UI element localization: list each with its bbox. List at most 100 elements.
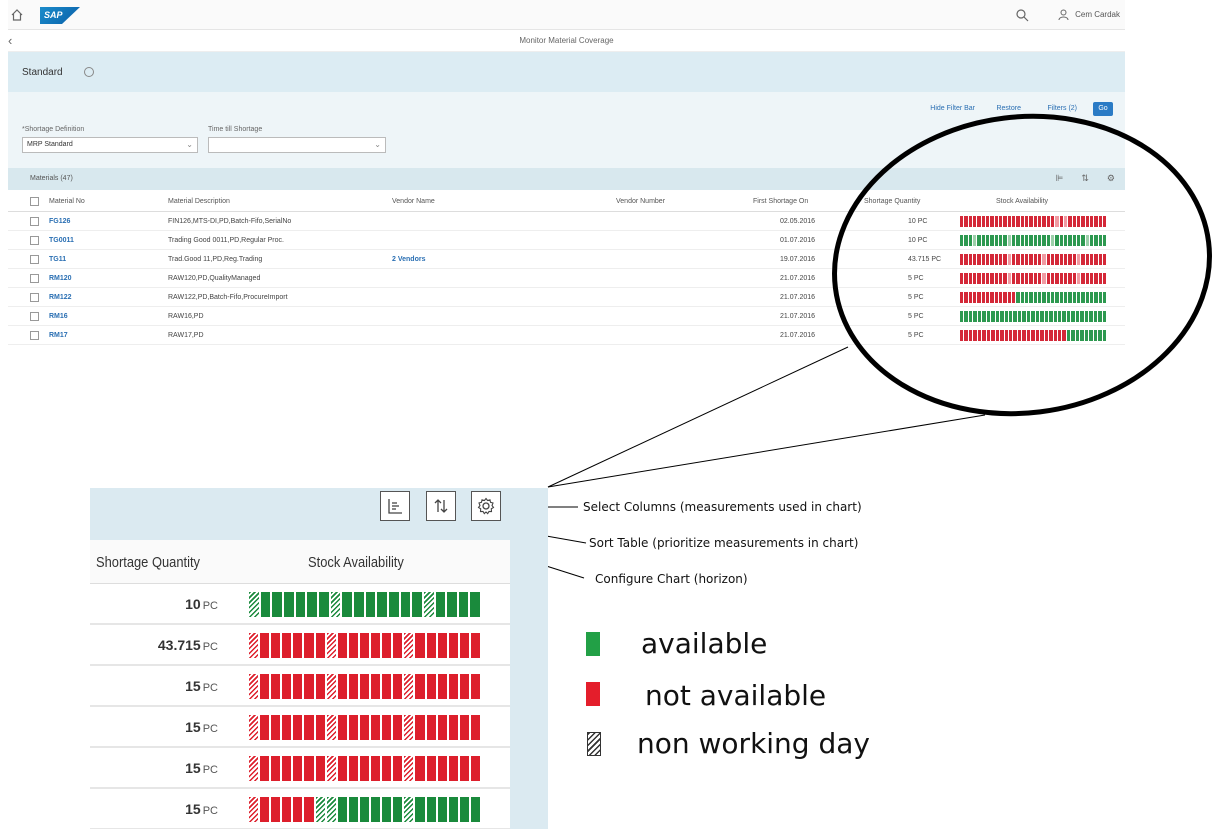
table-row[interactable]: RM17 RAW17,PD 21.07.2016 5 PC xyxy=(8,326,1125,345)
availability-day xyxy=(977,330,982,341)
search-icon[interactable] xyxy=(1015,8,1029,22)
row-checkbox[interactable] xyxy=(30,331,39,340)
cell-material-no[interactable]: RM120 xyxy=(49,275,72,282)
availability-day xyxy=(1089,330,1093,341)
availability-day xyxy=(271,797,281,822)
table-row[interactable]: RM120 RAW120,PD,QualityManaged 21.07.2016 5… xyxy=(8,269,1125,288)
availability-day xyxy=(973,311,977,322)
row-checkbox[interactable] xyxy=(30,274,39,283)
row-checkbox[interactable] xyxy=(30,236,39,245)
availability-day xyxy=(382,756,392,781)
cell-material-no[interactable]: RM122 xyxy=(49,294,72,301)
availability-day xyxy=(1076,292,1081,303)
availability-day xyxy=(968,330,973,341)
col-stock-availability[interactable]: Stock Availability xyxy=(308,554,404,571)
cell-material-no[interactable]: TG0011 xyxy=(49,237,74,244)
user-menu[interactable]: Cem Cardak xyxy=(1058,9,1120,20)
cell-shortage-quantity: 5 PC xyxy=(908,275,924,282)
availability-day xyxy=(342,592,352,617)
availability-day xyxy=(968,273,972,284)
zoom-row[interactable]: 10 PC xyxy=(90,584,510,625)
zoom-row[interactable]: 15 PC xyxy=(90,666,510,707)
col-material-no[interactable]: Material No xyxy=(49,198,85,205)
availability-day xyxy=(393,674,403,699)
col-shortage-quantity[interactable]: Shortage Quantity xyxy=(96,554,200,571)
row-checkbox[interactable] xyxy=(30,312,39,321)
availability-day xyxy=(1004,330,1008,341)
availability-day xyxy=(1085,292,1089,303)
availability-day xyxy=(426,715,436,740)
availability-day xyxy=(1075,330,1080,341)
availability-day xyxy=(1102,292,1107,303)
availability-day xyxy=(326,715,336,740)
availability-day xyxy=(1098,235,1102,246)
annotation-select-columns: Select Columns (measurements used in cha… xyxy=(583,500,862,514)
table-row[interactable]: TG11 Trad.Good 11,PD,Reg.Trading 2 Vendors… xyxy=(8,250,1125,269)
sort-icon[interactable]: ⇅ xyxy=(1081,173,1089,184)
availability-day xyxy=(994,216,998,227)
table-row[interactable]: RM122 RAW122,PD,Batch-Fifo,ProcureImport 2… xyxy=(8,288,1125,307)
availability-day xyxy=(972,216,977,227)
zoom-row[interactable]: 15 PC xyxy=(90,789,510,829)
availability-day xyxy=(1085,254,1089,265)
shortage-quantity-value: 15 PC xyxy=(185,760,218,776)
availability-day xyxy=(1042,235,1046,246)
table-row[interactable]: FG126 FIN126,MTS-DI,PD,Batch-Fifo,SerialN… xyxy=(8,212,1125,231)
availability-day xyxy=(415,756,425,781)
availability-day xyxy=(1042,292,1046,303)
availability-day xyxy=(982,311,986,322)
availability-day xyxy=(426,633,436,658)
col-vendor-number[interactable]: Vendor Number xyxy=(616,198,665,205)
row-checkbox[interactable] xyxy=(30,255,39,264)
shortage-definition-select[interactable]: MRP Standard ⌄ xyxy=(22,137,198,153)
row-checkbox[interactable] xyxy=(30,217,39,226)
table-row[interactable]: RM16 RAW16,PD 21.07.2016 5 PC xyxy=(8,307,1125,326)
zoom-row[interactable]: 15 PC xyxy=(90,707,510,748)
sort-table-button[interactable] xyxy=(426,491,456,521)
time-till-shortage-select[interactable]: ⌄ xyxy=(208,137,386,153)
cell-material-no[interactable]: FG126 xyxy=(49,218,70,225)
cell-shortage-quantity: 5 PC xyxy=(908,332,924,339)
hide-filter-bar-button[interactable]: Hide Filter Bar xyxy=(930,105,975,112)
availability-day xyxy=(1062,330,1066,341)
availability-day xyxy=(293,715,303,740)
availability-day xyxy=(315,633,325,658)
filters-button[interactable]: Filters (2) xyxy=(1047,105,1077,112)
cell-material-no[interactable]: RM16 xyxy=(49,313,68,320)
cell-material-no[interactable]: RM17 xyxy=(49,332,68,339)
availability-day xyxy=(326,633,336,658)
col-stock-availability[interactable]: Stock Availability xyxy=(996,198,1048,205)
cell-shortage-quantity: 43.715 PC xyxy=(908,256,942,263)
select-all-checkbox[interactable] xyxy=(30,197,39,206)
availability-day xyxy=(337,674,347,699)
availability-day xyxy=(1033,273,1037,284)
col-shortage-quantity[interactable]: Shortage Quantity xyxy=(864,198,920,205)
variant-title[interactable]: Standard xyxy=(22,67,63,78)
availability-day xyxy=(359,633,370,658)
availability-day xyxy=(459,756,469,781)
cell-material-no[interactable]: TG11 xyxy=(49,256,66,263)
availability-day xyxy=(337,756,347,781)
gear-icon[interactable]: ⚙ xyxy=(1107,173,1115,184)
home-icon[interactable] xyxy=(10,8,24,22)
select-columns-icon[interactable]: ⊫ xyxy=(1056,173,1064,184)
restore-button[interactable]: Restore xyxy=(996,105,1021,112)
configure-chart-button[interactable] xyxy=(380,491,410,521)
availability-day xyxy=(977,311,982,322)
availability-day xyxy=(986,330,991,341)
go-button[interactable]: Go xyxy=(1093,102,1113,116)
availability-day xyxy=(990,216,994,227)
select-columns-button[interactable] xyxy=(471,491,501,521)
row-checkbox[interactable] xyxy=(30,293,39,302)
table-row[interactable]: TG0011 Trading Good 0011,PD,Regular Proc.… xyxy=(8,231,1125,250)
col-first-shortage-on[interactable]: First Shortage On xyxy=(753,198,808,205)
chevron-down-icon[interactable] xyxy=(84,67,94,77)
col-material-description[interactable]: Material Description xyxy=(168,198,230,205)
cell-vendor-name[interactable]: 2 Vendors xyxy=(392,256,425,263)
zoom-row[interactable]: 15 PC xyxy=(90,748,510,789)
availability-day xyxy=(985,254,990,265)
col-vendor-name[interactable]: Vendor Name xyxy=(392,198,435,205)
availability-day xyxy=(426,797,436,822)
availability-day xyxy=(1016,254,1020,265)
zoom-row[interactable]: 43.715 PC xyxy=(90,625,510,666)
